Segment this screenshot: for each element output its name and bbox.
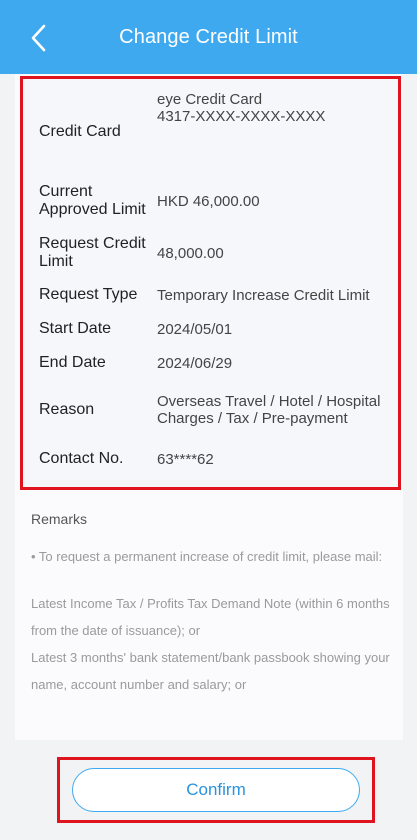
start-date-value: 2024/05/01 [157,320,233,338]
confirm-button[interactable]: Confirm [72,768,360,812]
approved-limit-row: Current Approved Limit HKD 46,000.00 [23,177,398,225]
approved-limit-value: HKD 46,000.00 [157,192,260,210]
request-limit-label: Request Credit Limit [39,235,146,270]
details-box: Credit Card eye Credit Card 4317-XXXX-XX… [20,76,401,490]
end-date-row: End Date 2024/06/29 [23,349,398,377]
confirm-highlight: Confirm [57,757,375,823]
credit-card-name: eye Credit Card [157,91,263,108]
contact-label: Contact No. [39,450,124,467]
page-title: Change Credit Limit [119,25,298,48]
request-type-value: Temporary Increase Credit Limit [157,286,370,304]
end-date-value: 2024/06/29 [157,354,233,372]
reason-label: Reason [39,401,95,418]
start-date-label: Start Date [39,320,112,337]
remarks-line: • To request a permanent increase of cre… [31,549,383,564]
approved-limit-label: Current Approved Limit [39,183,146,218]
reason-row: Reason Overseas Travel / Hotel / Hospita… [23,381,398,439]
credit-card-value: eye Credit Card 4317-XXXX-XXXX-XXXX [157,91,398,125]
remarks-line: Latest 3 months' bank statement/bank pas… [31,650,390,692]
remarks-section: Remarks • To request a permanent increas… [31,511,393,698]
start-date-row: Start Date 2024/05/01 [23,315,398,343]
request-type-row: Request Type Temporary Increase Credit L… [23,281,398,309]
credit-card-label: Credit Card [39,123,121,140]
footer-bar: Confirm [0,740,417,840]
content-panel: Credit Card eye Credit Card 4317-XXXX-XX… [15,74,403,740]
contact-row: Contact No. 63****62 [23,445,398,473]
header-bar: Change Credit Limit [0,0,417,74]
request-type-label: Request Type [39,286,138,303]
end-date-label: End Date [39,354,106,371]
remarks-line: Latest Income Tax / Profits Tax Demand N… [31,596,390,638]
request-limit-row: Request Credit Limit 48,000.00 [23,229,398,277]
credit-card-row: Credit Card eye Credit Card 4317-XXXX-XX… [23,87,398,177]
back-button[interactable] [18,18,58,58]
chevron-left-icon [31,24,46,52]
contact-value: 63****62 [157,450,214,468]
reason-value: Overseas Travel / Hotel / Hospital Charg… [157,393,381,427]
credit-card-number: 4317-XXXX-XXXX-XXXX [157,108,326,125]
request-limit-value: 48,000.00 [157,244,224,262]
remarks-title: Remarks [31,511,88,527]
